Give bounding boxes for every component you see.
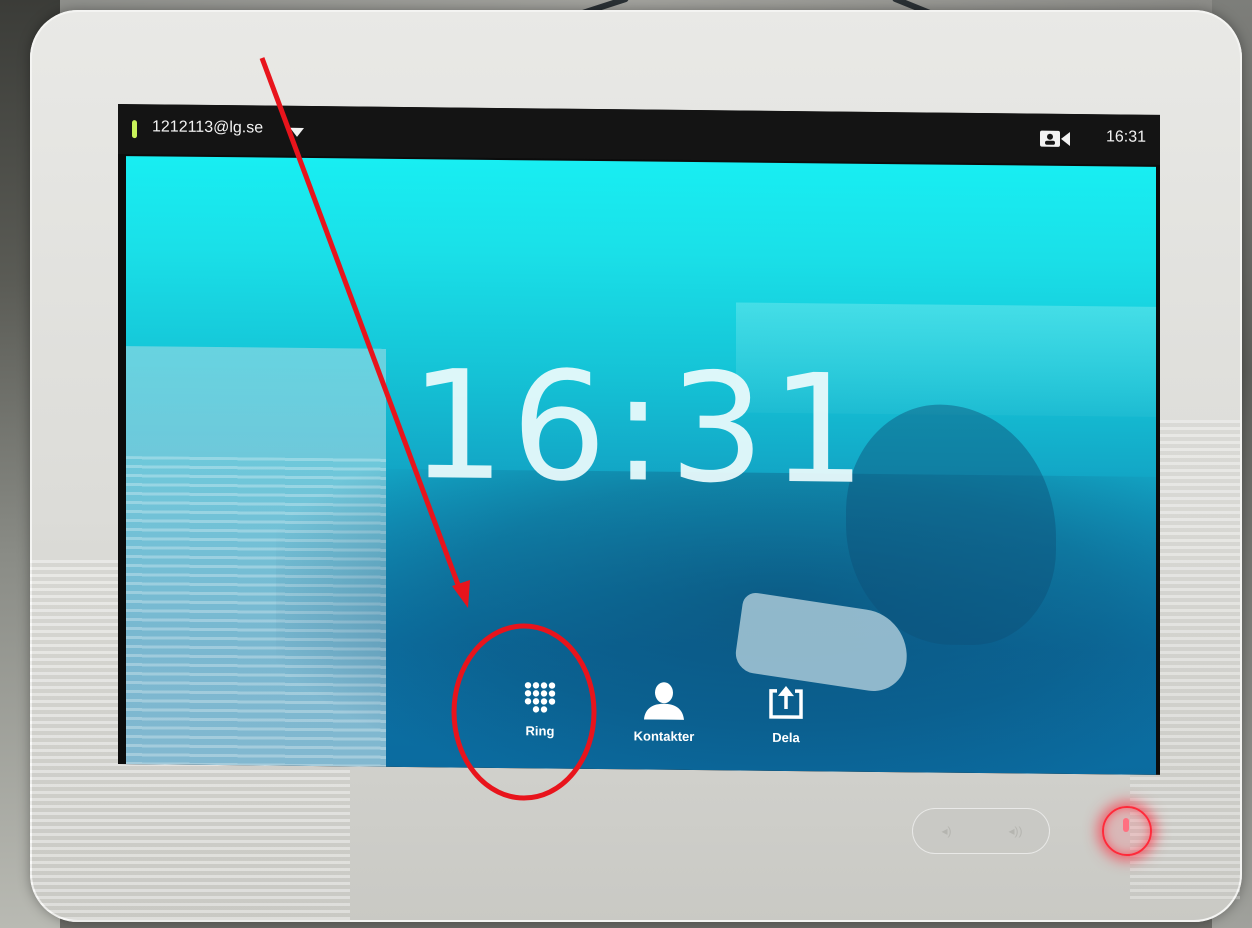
mute-button[interactable] bbox=[1102, 806, 1152, 856]
dela-label: Dela bbox=[772, 729, 800, 746]
volume-up-icon[interactable]: ◂)) bbox=[981, 808, 1050, 854]
volume-rocker[interactable]: ◂) ◂)) bbox=[912, 808, 1050, 854]
home-clock: 16:31 bbox=[409, 339, 873, 518]
touch-screen: 1212113@lg.se 16:31 16:31 Ring Kontakter… bbox=[118, 104, 1160, 775]
ring-label: Ring bbox=[525, 723, 555, 739]
account-label[interactable]: 1212113@lg.se bbox=[152, 118, 263, 137]
status-indicator bbox=[132, 120, 137, 139]
person-icon bbox=[644, 682, 684, 720]
home-screen: 16:31 Ring Kontakter Dela bbox=[126, 156, 1156, 775]
volume-down-icon[interactable]: ◂) bbox=[912, 808, 981, 854]
dialpad-icon bbox=[524, 682, 556, 713]
ring-button[interactable]: Ring bbox=[490, 680, 590, 741]
microphone-icon bbox=[1123, 818, 1129, 832]
status-time: 16:31 bbox=[1105, 128, 1146, 146]
status-bar: 1212113@lg.se 16:31 bbox=[118, 104, 1160, 165]
camera-icon[interactable] bbox=[1040, 130, 1070, 148]
caret-down-icon[interactable] bbox=[290, 127, 304, 137]
kontakter-label: Kontakter bbox=[633, 728, 695, 745]
dela-button[interactable]: Dela bbox=[736, 682, 836, 747]
kontakter-button[interactable]: Kontakter bbox=[614, 681, 714, 746]
share-icon bbox=[769, 685, 803, 719]
